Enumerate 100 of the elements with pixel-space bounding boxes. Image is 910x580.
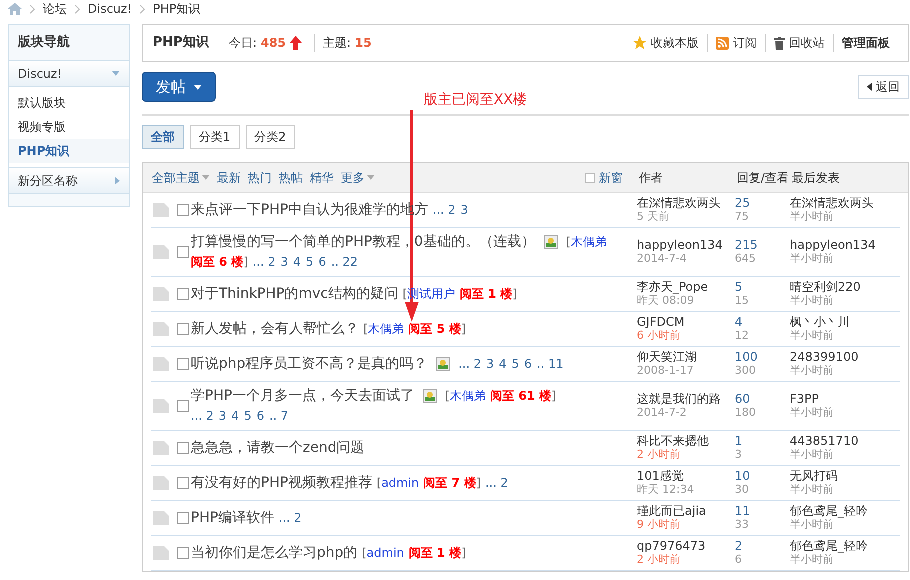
forum-action-link[interactable]: 订阅 [733,34,757,52]
checkbox[interactable] [177,512,189,524]
last-poster[interactable]: 晴空利剑220 [790,281,900,294]
last-post-time: 半小时前 [790,483,835,496]
sidebar-group[interactable]: 新分区名称 [9,168,129,194]
last-poster[interactable]: 郁色鸢尾_轻吟 [790,540,900,553]
checkbox[interactable] [177,204,189,216]
sidebar-item[interactable]: 视频专版 [9,115,129,139]
moderator-link[interactable]: admin [366,546,404,560]
thread-title[interactable]: 听说php程序员工资不高？是真的吗？ [191,356,428,372]
sidebar-item[interactable]: PHP知识 [9,139,129,163]
thread-title[interactable]: 急急急，请教一个zend问题 [191,440,365,456]
category-tab[interactable]: 全部 [142,125,184,149]
last-poster[interactable]: 枫丶小丶川 [790,316,900,329]
checkbox[interactable] [177,547,189,559]
checkbox[interactable] [177,477,189,489]
page-link[interactable]: .. 7 [269,409,289,423]
author-name[interactable]: 瑾此而已ajia [637,505,735,518]
checkbox[interactable] [177,288,189,300]
checkbox[interactable] [177,400,189,412]
author-name[interactable]: 在深情悲欢两头 [637,197,735,210]
page-link[interactable]: 3 [486,357,494,371]
caret-left-icon [867,83,872,91]
category-tab[interactable]: 分类2 [246,125,296,149]
checkbox[interactable] [177,246,189,258]
filter-link[interactable]: 精华 [310,168,334,186]
thread-title[interactable]: 学PHP一个月多一点，今天去面试了 [191,388,414,404]
breadcrumb-link[interactable]: 论坛 [43,0,67,18]
author-name[interactable]: 李亦天_Pope [637,281,735,294]
moderator-link[interactable]: admin [382,476,420,490]
moderator-link[interactable]: 木偶弟 [368,322,404,336]
page-link[interactable]: 5 [306,255,314,269]
post-button[interactable]: 发帖 [142,72,216,102]
page-link[interactable]: 5 [512,357,520,371]
category-tab[interactable]: 分类1 [190,125,240,149]
filter-link[interactable]: 更多 [341,168,375,186]
author-name[interactable]: happyleon134 [637,239,735,252]
filter-link[interactable]: 热门 [248,168,272,186]
breadcrumb-link[interactable]: Discuz! [88,0,132,18]
author-name[interactable]: 这就是我们的路 [637,393,735,406]
admin-panel-link[interactable]: 管理面板 [842,34,890,52]
column-header: 作者 [639,170,664,186]
filter-link[interactable]: 最新 [217,168,241,186]
trash-icon [774,36,785,50]
page-link[interactable]: .. 11 [537,357,564,371]
last-poster[interactable]: 248399100 [790,351,900,364]
thread-title[interactable]: 有没有好的PHP视频教程推荐 [191,475,372,491]
last-poster[interactable]: F3PP [790,393,900,406]
post-time: 6 小时前 [637,329,682,342]
thread-title[interactable]: PHP编译软件 [191,510,274,526]
thread-title[interactable]: 打算慢慢的写一个简单的PHP教程，0基础的。（连载） [191,234,536,250]
page-link[interactable]: 6 [524,357,532,371]
home-icon[interactable] [8,3,22,15]
reply-count: 4 [735,316,744,329]
moderator-link[interactable]: 木偶弟 [570,235,607,249]
checkbox[interactable] [177,358,189,370]
checkbox[interactable] [177,323,189,335]
page-link[interactable]: 3 [280,255,288,269]
checkbox[interactable] [585,172,595,182]
chevron-icon [75,4,80,14]
last-post-time: 半小时前 [790,210,835,223]
page-link[interactable]: 4 [232,409,240,423]
thread-title[interactable]: 对于ThinkPHP的mvc结构的疑问 [191,286,398,302]
author-name[interactable]: 仰天笑江湖 [637,351,735,364]
last-poster[interactable]: 郁色鸢尾_轻吟 [790,505,900,518]
author-name[interactable]: 101感觉 [637,470,735,483]
page-link[interactable]: ... 2 [458,357,482,371]
filter-link[interactable]: 热帖 [279,168,303,186]
author-name[interactable]: GJFDCM [637,316,735,329]
back-button[interactable]: 返回 [858,75,909,99]
filter-link[interactable]: 全部主题 [152,168,210,186]
page-link[interactable]: ... 2 [252,255,276,269]
moderator-link[interactable]: 木偶弟 [450,389,486,403]
bracket: ] [462,546,466,560]
breadcrumb-link[interactable]: PHP知识 [153,0,201,18]
thread-title[interactable]: 当初你们是怎么学习php的 [191,545,358,561]
page-link[interactable]: 3 [218,409,227,423]
author-name[interactable]: qp7976473 [637,540,735,553]
page-link[interactable]: .. 22 [331,255,358,269]
checkbox[interactable] [177,442,189,454]
page-link[interactable]: 4 [499,357,507,371]
last-poster[interactable]: 在深情悲欢两头 [790,197,900,210]
page-link[interactable]: ... 2 [278,511,302,525]
page-link[interactable]: 4 [293,255,302,269]
forum-action-link[interactable]: 收藏本版 [651,34,699,52]
sidebar-item[interactable]: 默认版块 [9,91,129,115]
page-link[interactable]: ... 2 [191,409,214,423]
sidebar-group[interactable]: Discuz! [9,61,129,87]
page-link[interactable]: 6 [256,409,264,423]
page-link[interactable]: 3 [460,203,468,217]
page-link[interactable]: ... 2 [432,203,456,217]
last-poster[interactable]: happyleon134 [790,239,900,252]
forum-action-link[interactable]: 回收站 [789,34,825,52]
page-link[interactable]: ... 2 [485,476,508,490]
author-name[interactable]: 科比不来摁他 [637,435,735,448]
last-poster[interactable]: 无风打码 [790,470,900,483]
last-poster[interactable]: 443851710 [790,435,900,448]
page-link[interactable]: 5 [244,409,252,423]
thread-title[interactable]: 新人发帖，会有人帮忙么？ [191,321,359,337]
page-link[interactable]: 6 [318,255,326,269]
